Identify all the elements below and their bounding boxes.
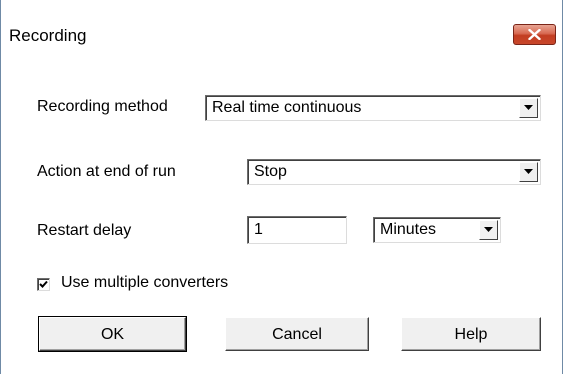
ok-button[interactable]: OK bbox=[38, 316, 187, 352]
title-bar: Recording bbox=[1, 0, 562, 62]
chevron-down-icon bbox=[484, 227, 493, 232]
dialog-body: Recording method Real time continuous Ac… bbox=[1, 62, 562, 374]
use-multiple-converters-label[interactable]: Use multiple converters bbox=[61, 274, 228, 292]
recording-dialog: Recording Recording method Real time con… bbox=[0, 0, 563, 374]
use-multiple-converters-checkbox[interactable] bbox=[37, 278, 50, 291]
action-end-of-run-select[interactable]: Stop bbox=[247, 159, 541, 185]
recording-method-select[interactable]: Real time continuous bbox=[205, 95, 541, 121]
recording-method-label: Recording method bbox=[37, 98, 168, 115]
action-end-of-run-dropdown-button[interactable] bbox=[519, 162, 538, 182]
close-button[interactable] bbox=[513, 24, 556, 45]
restart-delay-unit-value: Minutes bbox=[380, 221, 437, 238]
action-end-of-run-value: Stop bbox=[254, 163, 287, 180]
restart-delay-unit-select[interactable]: Minutes bbox=[373, 217, 501, 243]
checkmark-icon bbox=[39, 280, 48, 288]
action-end-of-run-label: Action at end of run bbox=[37, 163, 176, 180]
window-title: Recording bbox=[9, 26, 87, 45]
chevron-down-icon bbox=[524, 105, 533, 110]
restart-delay-unit-dropdown-button[interactable] bbox=[479, 220, 498, 240]
restart-delay-label: Restart delay bbox=[37, 222, 132, 239]
help-button[interactable]: Help bbox=[401, 317, 541, 351]
cancel-button[interactable]: Cancel bbox=[225, 317, 369, 351]
recording-method-dropdown-button[interactable] bbox=[519, 98, 538, 118]
restart-delay-input[interactable] bbox=[247, 216, 347, 244]
close-icon bbox=[528, 29, 541, 40]
chevron-down-icon bbox=[524, 169, 533, 174]
recording-method-value: Real time continuous bbox=[212, 99, 362, 116]
